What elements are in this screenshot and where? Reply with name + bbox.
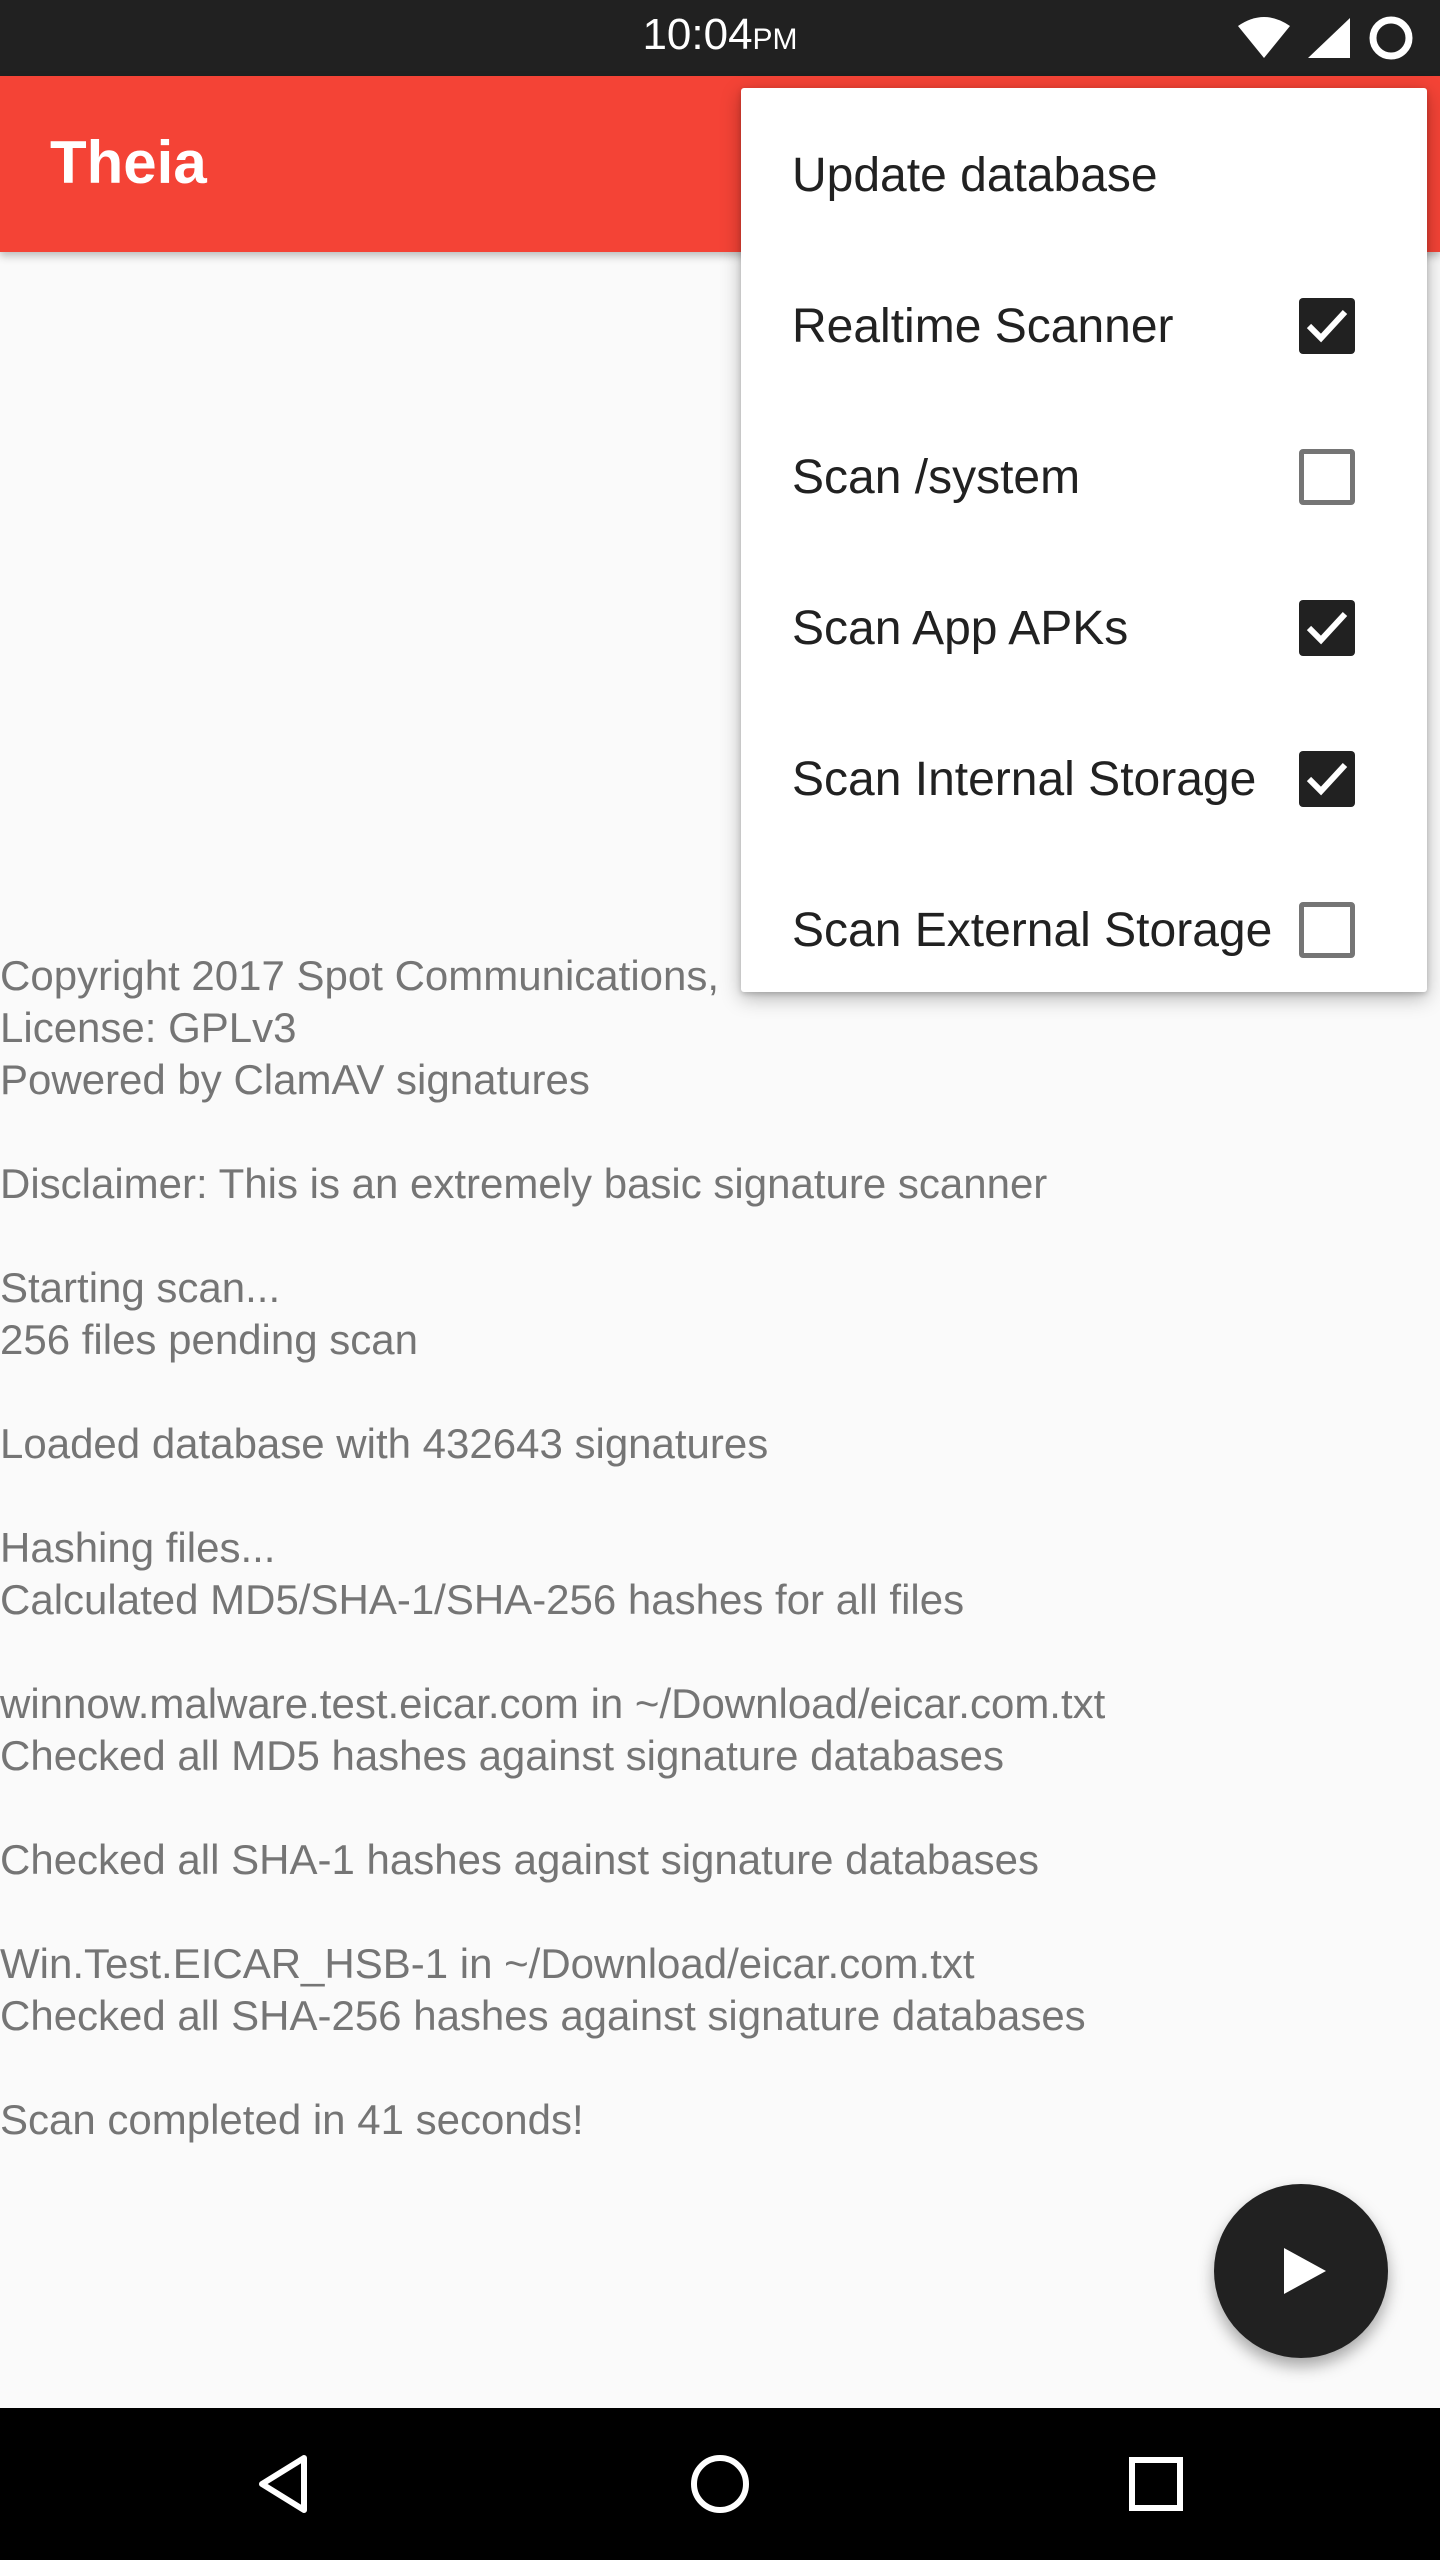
scan-log: Copyright 2017 Spot Communications, Licen…	[0, 950, 1440, 2146]
checkmark-icon	[1306, 762, 1348, 796]
log-line: Calculated MD5/SHA-1/SHA-256 hashes for …	[0, 1576, 965, 1623]
menu-item-label: Realtime Scanner	[792, 299, 1174, 353]
menu-item-label: Scan App APKs	[792, 601, 1129, 655]
status-icons	[1236, 14, 1416, 62]
checkmark-icon	[1306, 309, 1348, 343]
log-line: winnow.malware.test.eicar.com in ~/Downl…	[0, 1680, 1106, 1727]
menu-item-label: Scan /system	[792, 450, 1081, 504]
log-line: Hashing files...	[0, 1524, 276, 1571]
checkbox-realtime-scanner[interactable]	[1299, 298, 1355, 354]
log-line: Loaded database with 432643 signatures	[0, 1420, 769, 1467]
signal-icon	[1308, 18, 1350, 58]
log-line: Powered by ClamAV signatures	[0, 1056, 590, 1103]
log-line: Checked all SHA-1 hashes against signatu…	[0, 1836, 1039, 1883]
menu-item-realtime-scanner[interactable]: Realtime Scanner	[741, 251, 1427, 401]
home-icon[interactable]	[684, 2448, 756, 2520]
checkmark-icon	[1306, 611, 1348, 645]
log-blank-line	[0, 1886, 1440, 1938]
checkbox-scan-internal-storage[interactable]	[1299, 751, 1355, 807]
wifi-icon	[1238, 17, 1290, 58]
back-icon[interactable]	[248, 2448, 320, 2520]
log-blank-line	[0, 2042, 1440, 2094]
status-time: 10:04PM	[0, 10, 1440, 60]
status-time-ampm: PM	[752, 23, 798, 56]
overflow-menu: Update database Realtime Scanner Scan /sys…	[741, 88, 1427, 992]
play-icon	[1284, 2248, 1326, 2294]
menu-item-update-database[interactable]: Update database	[741, 100, 1427, 250]
navigation-bar	[0, 2408, 1440, 2560]
start-scan-fab[interactable]	[1214, 2184, 1388, 2358]
app-title: Theia	[50, 129, 207, 196]
menu-item-scan-internal-storage[interactable]: Scan Internal Storage	[741, 704, 1427, 854]
checkbox-scan-system[interactable]	[1299, 449, 1355, 505]
checkbox-scan-app-apks[interactable]	[1299, 600, 1355, 656]
recents-icon[interactable]	[1120, 2448, 1192, 2520]
sync-icon	[1369, 16, 1413, 60]
log-line: License: GPLv3	[0, 1004, 297, 1051]
menu-item-scan-system[interactable]: Scan /system	[741, 402, 1427, 552]
log-blank-line	[0, 1210, 1440, 1262]
menu-item-scan-external-storage[interactable]: Scan External Storage	[741, 855, 1427, 1005]
log-blank-line	[0, 1106, 1440, 1158]
log-blank-line	[0, 1626, 1440, 1678]
menu-item-label: Scan External Storage	[792, 903, 1273, 957]
log-line: Win.Test.EICAR_HSB-1 in ~/Download/eicar…	[0, 1940, 975, 1987]
log-line: Scan completed in 41 seconds!	[0, 2096, 584, 2143]
menu-item-scan-app-apks[interactable]: Scan App APKs	[741, 553, 1427, 703]
log-line: 256 files pending scan	[0, 1316, 418, 1363]
checkbox-scan-external-storage[interactable]	[1299, 902, 1355, 958]
status-time-value: 10:04	[642, 10, 753, 59]
log-line: Disclaimer: This is an extremely basic s…	[0, 1160, 1048, 1207]
menu-item-label: Scan Internal Storage	[792, 752, 1257, 806]
log-blank-line	[0, 1470, 1440, 1522]
status-bar: 10:04PM	[0, 0, 1440, 76]
log-line: Checked all MD5 hashes against signature…	[0, 1732, 1004, 1779]
log-blank-line	[0, 1782, 1440, 1834]
log-line: Checked all SHA-256 hashes against signa…	[0, 1992, 1086, 2039]
log-blank-line	[0, 1366, 1440, 1418]
menu-item-label: Update database	[792, 148, 1158, 202]
log-line: Starting scan...	[0, 1264, 281, 1311]
